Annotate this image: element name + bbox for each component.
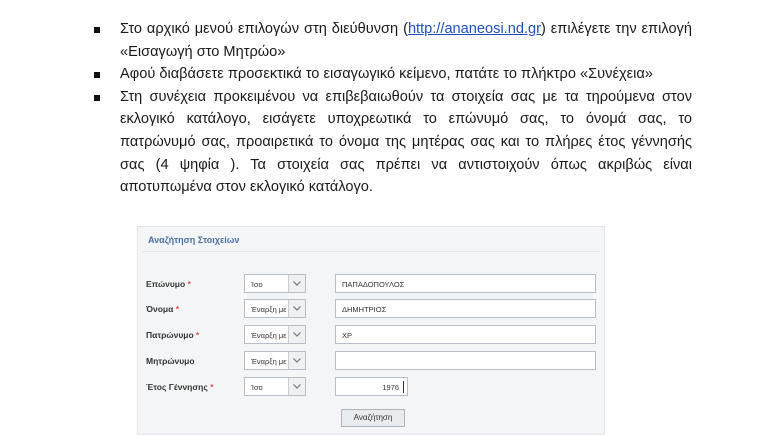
instruction-text: Στη συνέχεια προκειμένου να επιβεβαιωθού… <box>120 88 692 196</box>
row-mothername: Μητρώνυμο Έναρξη με <box>138 349 604 373</box>
chevron-down-icon <box>288 352 305 369</box>
fathername-input[interactable]: ΧΡ <box>335 325 596 344</box>
bullet-square-icon <box>94 27 100 33</box>
bullet-square-icon <box>94 94 100 101</box>
required-mark: * <box>187 279 191 289</box>
mothername-input[interactable] <box>335 351 596 370</box>
surname-match-select[interactable]: Ίσο <box>244 274 306 293</box>
mothername-label: Μητρώνυμο <box>146 356 195 366</box>
search-form-panel: Αναζήτηση Στοιχείων Επώνυμο * Ίσο ΠΑΠΑΔΟ… <box>137 226 605 435</box>
chevron-down-icon <box>288 326 305 343</box>
fathername-label: Πατρώνυμο * <box>146 330 200 340</box>
surname-label: Επώνυμο * <box>146 279 191 289</box>
chevron-down-icon <box>288 378 305 395</box>
surname-input[interactable]: ΠΑΠΑΔΟΠΟΥΛΟΣ <box>335 274 596 293</box>
instructions-list: Στο αρχικό μενού επιλογών στη διεύθυνση … <box>92 18 692 199</box>
instruction-item: Στο αρχικό μενού επιλογών στη διεύθυνση … <box>92 18 692 63</box>
text-caret <box>403 381 404 393</box>
instruction-text: Στο αρχικό μενού επιλογών στη διεύθυνση … <box>120 21 408 37</box>
chevron-down-icon <box>288 300 305 317</box>
form-title: Αναζήτηση Στοιχείων <box>148 235 240 245</box>
required-mark: * <box>210 382 214 392</box>
row-birthyear: Έτος Γέννησης * Ίσο 1976 <box>138 375 604 399</box>
bullet-square-icon <box>94 72 100 79</box>
row-surname: Επώνυμο * Ίσο ΠΑΠΑΔΟΠΟΥΛΟΣ <box>138 272 604 296</box>
birthyear-input[interactable]: 1976 <box>335 377 408 396</box>
row-fathername: Πατρώνυμο * Έναρξη με ΧΡ <box>138 323 604 347</box>
row-firstname: Όνομα * Έναρξη με ΔΗΜΗΤΡΙΟΣ <box>138 297 604 321</box>
firstname-match-select[interactable]: Έναρξη με <box>244 299 306 318</box>
required-mark: * <box>196 330 200 340</box>
instruction-text: Αφού διαβάσετε προσεκτικά το εισαγωγικό … <box>120 66 653 83</box>
firstname-label: Όνομα * <box>146 304 180 314</box>
fathername-match-select[interactable]: Έναρξη με <box>244 325 306 344</box>
form-title-divider <box>142 251 600 252</box>
firstname-input[interactable]: ΔΗΜΗΤΡΙΟΣ <box>335 299 596 318</box>
instruction-item: Στη συνέχεια προκειμένου να επιβεβαιωθού… <box>92 86 692 199</box>
instruction-item: Αφού διαβάσετε προσεκτικά το εισαγωγικό … <box>92 63 692 86</box>
mothername-match-select[interactable]: Έναρξη με <box>244 351 306 370</box>
ananeosi-link[interactable]: http://ananeosi.nd.gr <box>408 21 541 37</box>
birthyear-match-select[interactable]: Ίσο <box>244 377 306 396</box>
chevron-down-icon <box>288 275 305 292</box>
birthyear-label: Έτος Γέννησης * <box>146 382 214 392</box>
required-mark: * <box>175 304 180 314</box>
search-button[interactable]: Αναζήτηση <box>341 409 405 427</box>
